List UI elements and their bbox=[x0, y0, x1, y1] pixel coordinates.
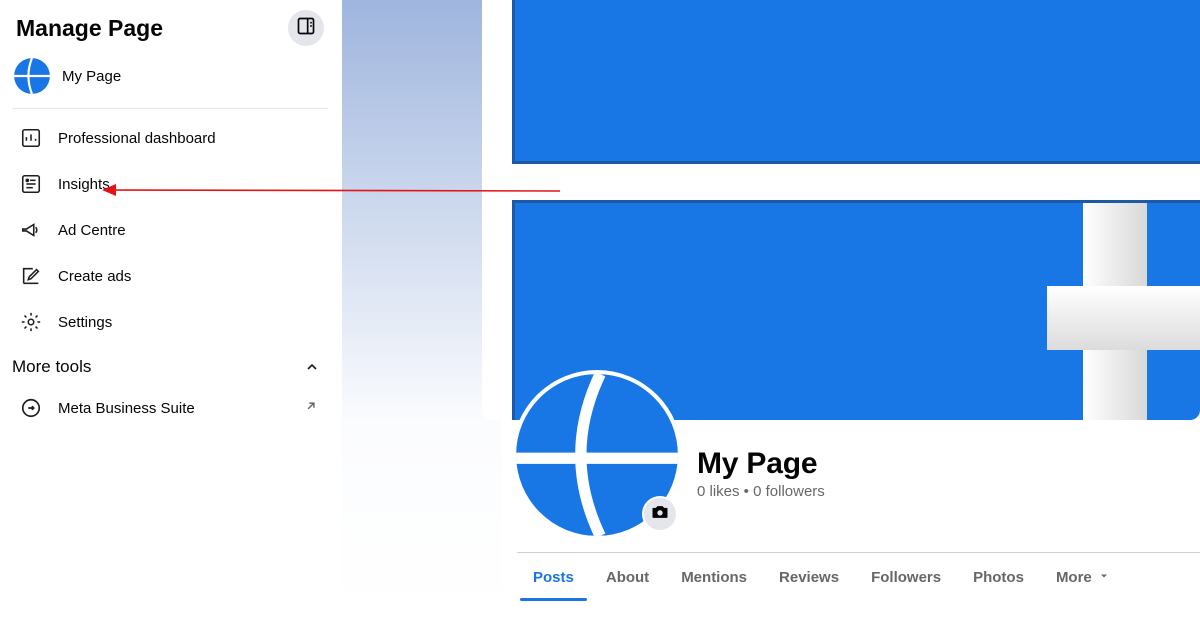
sidebar-page-name: My Page bbox=[62, 68, 121, 85]
open-external-icon bbox=[300, 399, 318, 418]
more-tools-toggle[interactable]: More tools bbox=[12, 345, 328, 385]
sidebar-title: Manage Page bbox=[16, 15, 163, 42]
page-avatar-small bbox=[14, 58, 50, 94]
tab-followers[interactable]: Followers bbox=[855, 553, 957, 600]
nav-label: Settings bbox=[58, 314, 322, 331]
cover-segment-top bbox=[512, 0, 1200, 164]
more-tools-label: More tools bbox=[12, 357, 91, 377]
caret-down-icon bbox=[1098, 569, 1110, 586]
main-content: My Page 0 likes • 0 followers Posts Abou… bbox=[342, 0, 1200, 622]
dashboard-icon bbox=[18, 125, 44, 151]
nav-insights[interactable]: Insights bbox=[12, 161, 328, 207]
sidebar: Manage Page My Page Professional dashboa… bbox=[0, 0, 342, 622]
page-avatar-large-wrap bbox=[512, 370, 682, 540]
sidebar-page-item[interactable]: My Page bbox=[12, 52, 328, 109]
tab-about[interactable]: About bbox=[590, 553, 665, 600]
edit-avatar-button[interactable] bbox=[642, 496, 678, 532]
nav-label: Insights bbox=[58, 176, 322, 193]
gradient-shadow bbox=[342, 0, 502, 622]
compose-icon bbox=[18, 263, 44, 289]
nav-create-ads[interactable]: Create ads bbox=[12, 253, 328, 299]
panel-icon bbox=[296, 16, 316, 41]
chevron-up-icon bbox=[302, 357, 322, 377]
page-stats: 0 likes • 0 followers bbox=[697, 483, 825, 500]
megaphone-icon bbox=[18, 217, 44, 243]
nav-settings[interactable]: Settings bbox=[12, 299, 328, 345]
tab-reviews[interactable]: Reviews bbox=[763, 553, 855, 600]
tab-photos[interactable]: Photos bbox=[957, 553, 1040, 600]
tab-more[interactable]: More bbox=[1040, 553, 1126, 600]
nav-professional-dashboard[interactable]: Professional dashboard bbox=[12, 115, 328, 161]
nav-ad-centre[interactable]: Ad Centre bbox=[12, 207, 328, 253]
page-title: My Page bbox=[697, 447, 825, 481]
nav-label: Meta Business Suite bbox=[58, 400, 300, 417]
gear-icon bbox=[18, 309, 44, 335]
camera-icon bbox=[650, 502, 670, 527]
nav-meta-business-suite[interactable]: Meta Business Suite bbox=[12, 385, 328, 431]
nav-label: Professional dashboard bbox=[58, 130, 322, 147]
page-tabs: Posts About Mentions Reviews Followers P… bbox=[517, 552, 1200, 600]
tab-mentions[interactable]: Mentions bbox=[665, 553, 763, 600]
panel-toggle-button[interactable] bbox=[288, 10, 324, 46]
nav-label: Ad Centre bbox=[58, 222, 322, 239]
cover-photo[interactable] bbox=[482, 0, 1200, 420]
tab-posts[interactable]: Posts bbox=[517, 553, 590, 600]
insights-icon bbox=[18, 171, 44, 197]
external-link-icon bbox=[18, 395, 44, 421]
nav-label: Create ads bbox=[58, 268, 322, 285]
